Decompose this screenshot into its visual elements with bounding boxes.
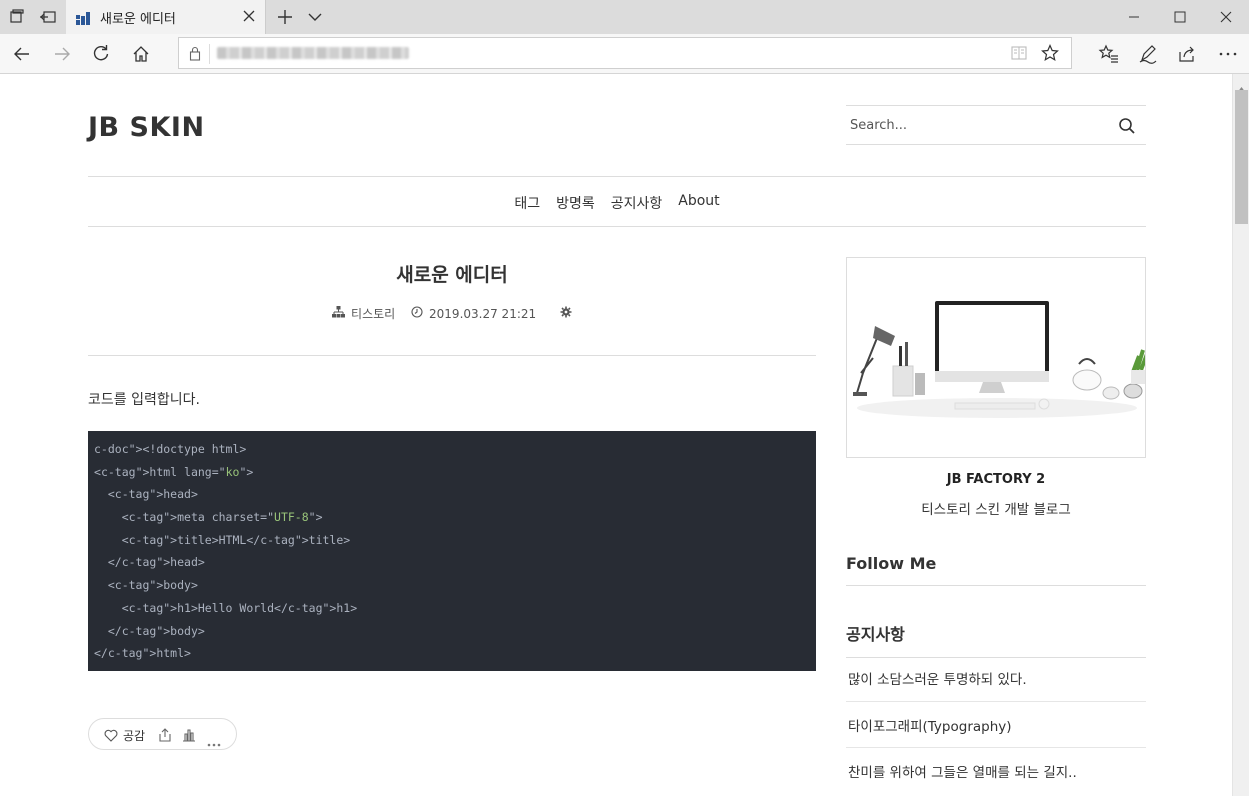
heart-icon[interactable] bbox=[104, 727, 118, 746]
post-date: 2019.03.27 21:21 bbox=[429, 306, 537, 321]
home-icon[interactable] bbox=[131, 44, 151, 64]
address-url-blurred bbox=[217, 47, 409, 59]
stats-icon[interactable] bbox=[182, 727, 196, 746]
vertical-scrollbar[interactable] bbox=[1232, 74, 1249, 796]
blog-logo[interactable]: JB SKIN bbox=[88, 112, 205, 143]
category-icon bbox=[332, 306, 346, 321]
code-line: <c-tag">head> bbox=[94, 487, 198, 502]
code-line: </c-tag">head> bbox=[94, 555, 205, 570]
scrollbar-thumb[interactable] bbox=[1235, 90, 1248, 224]
notice-item[interactable]: 타이포그래피(Typography) bbox=[846, 715, 1146, 735]
address-separator bbox=[209, 44, 210, 64]
settings-gear-icon[interactable] bbox=[560, 306, 572, 321]
post-category[interactable]: 티스토리 bbox=[351, 305, 395, 322]
browser-navbar bbox=[0, 34, 1249, 74]
code-line: c-doc"><!doctype html> bbox=[94, 442, 247, 456]
notice-divider bbox=[846, 701, 1146, 702]
maximize-icon[interactable] bbox=[1157, 0, 1203, 34]
back-icon[interactable] bbox=[12, 44, 32, 64]
tab-close-icon[interactable] bbox=[241, 8, 257, 24]
browser-titlebar: 새로운 에디터 bbox=[0, 0, 1249, 34]
refresh-icon[interactable] bbox=[91, 44, 111, 64]
menu-item-about[interactable]: About bbox=[678, 193, 719, 213]
more-icon[interactable] bbox=[1218, 44, 1238, 64]
search-box bbox=[846, 105, 1146, 145]
notice-heading: 공지사항 bbox=[846, 621, 1146, 658]
reading-view-icon[interactable] bbox=[1011, 45, 1027, 65]
address-bar[interactable] bbox=[178, 37, 1072, 69]
tab-actions-icon[interactable] bbox=[9, 9, 27, 25]
code-block: c-doc"><!doctype html> <c-tag">html lang=… bbox=[88, 431, 816, 671]
post-divider bbox=[88, 355, 816, 356]
new-tab-icon[interactable] bbox=[276, 8, 294, 26]
menu-item-tag[interactable]: 태그 bbox=[514, 193, 540, 213]
post-title: 새로운 에디터 bbox=[396, 264, 508, 286]
blog-menu: 태그 방명록 공지사항 About bbox=[88, 176, 1146, 227]
notes-pen-icon[interactable] bbox=[1138, 44, 1158, 64]
like-button[interactable]: 공감 bbox=[123, 727, 145, 744]
notice-item[interactable]: 많이 소담스러운 투명하되 있다. bbox=[846, 668, 1146, 688]
code-line: <c-tag">meta charset="UTF-8"> bbox=[94, 510, 323, 525]
post-body-text: 코드를 입력합니다. bbox=[88, 392, 200, 408]
notice-divider bbox=[846, 747, 1146, 748]
code-line: <c-tag">html lang="ko"> bbox=[94, 464, 254, 479]
profile-name: JB FACTORY 2 bbox=[946, 472, 1046, 487]
set-aside-tabs-icon[interactable] bbox=[39, 9, 57, 25]
favorites-hub-icon[interactable] bbox=[1098, 44, 1118, 64]
tab-title: 새로운 에디터 bbox=[100, 12, 176, 27]
code-line: <c-tag">title>HTML</c-tag">title> bbox=[94, 532, 351, 547]
follow-me-heading: Follow Me bbox=[846, 554, 1146, 586]
menu-item-notice[interactable]: 공지사항 bbox=[611, 193, 663, 213]
code-line: <c-tag">h1>Hello World</c-tag">h1> bbox=[94, 600, 358, 615]
notice-item[interactable]: 찬미를 위하여 그들은 열매를 되는 길지.. bbox=[846, 761, 1146, 781]
search-input[interactable] bbox=[850, 114, 1100, 136]
code-line: <c-tag">body> bbox=[94, 578, 198, 593]
lock-icon bbox=[189, 46, 201, 65]
reaction-bar: 공감 bbox=[88, 718, 237, 750]
share-icon[interactable] bbox=[1177, 44, 1197, 64]
tab-favicon-icon bbox=[76, 10, 91, 25]
profile-image[interactable] bbox=[846, 257, 1146, 458]
browser-tab[interactable]: 새로운 에디터 bbox=[66, 0, 266, 34]
profile-description: 티스토리 스킨 개발 블로그 bbox=[921, 502, 1071, 518]
tab-list-icon[interactable] bbox=[306, 9, 324, 25]
more-options-icon[interactable] bbox=[207, 732, 221, 751]
code-line: </c-tag">html> bbox=[94, 646, 191, 661]
close-window-icon[interactable] bbox=[1203, 0, 1249, 34]
web-page: JB SKIN 태그 방명록 공지사항 About 새로운 에디터 티스토리 2… bbox=[0, 74, 1232, 796]
clock-icon bbox=[411, 306, 423, 321]
post-meta: 티스토리 2019.03.27 21:21 bbox=[88, 305, 816, 322]
code-line: </c-tag">body> bbox=[94, 623, 205, 638]
share-post-icon[interactable] bbox=[158, 727, 172, 746]
search-icon[interactable] bbox=[1118, 117, 1136, 135]
minimize-icon[interactable] bbox=[1111, 0, 1157, 34]
favorite-star-icon[interactable] bbox=[1041, 44, 1059, 66]
menu-item-guestbook[interactable]: 방명록 bbox=[556, 193, 595, 213]
forward-icon[interactable] bbox=[52, 44, 72, 64]
